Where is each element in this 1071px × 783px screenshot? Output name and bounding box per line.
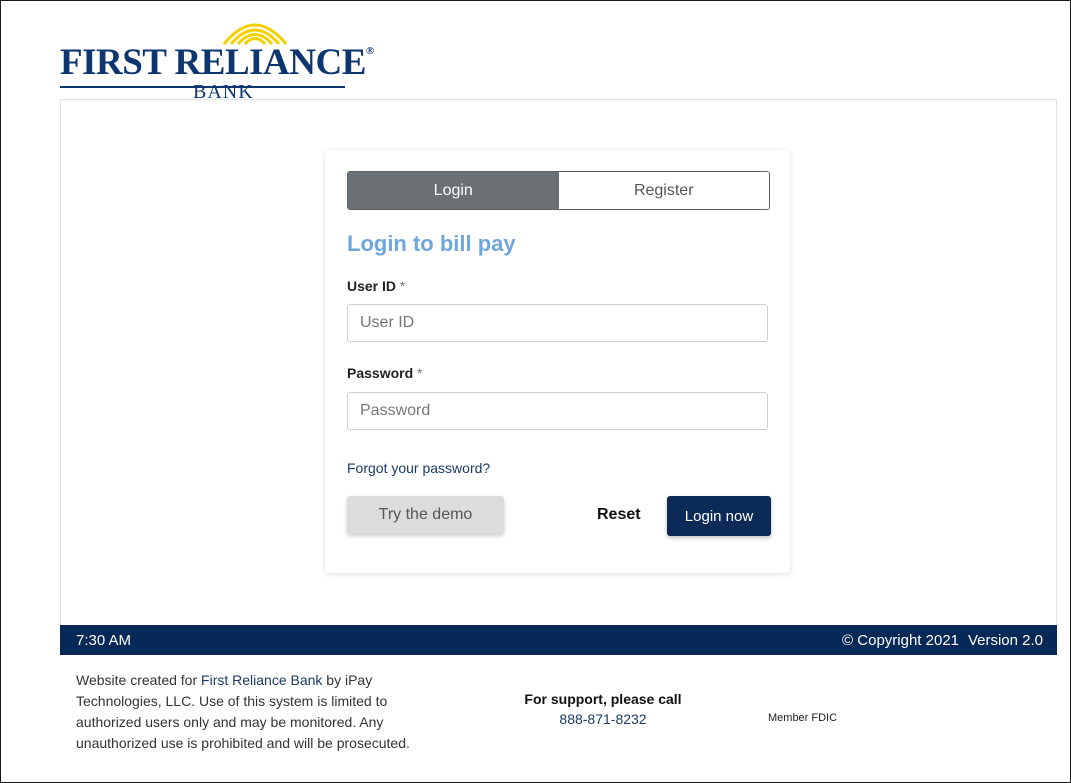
sun-arcs-icon <box>222 23 288 46</box>
current-time: 7:30 AM <box>76 632 132 649</box>
bank-name-link[interactable]: First Reliance Bank <box>201 672 322 688</box>
support-label: For support, please call <box>524 691 682 707</box>
logo-name: FIRST RELIANCE® <box>60 42 374 83</box>
login-now-button[interactable]: Login now <box>667 496 771 536</box>
user-id-input[interactable] <box>347 304 768 342</box>
reset-button[interactable]: Reset <box>597 506 641 524</box>
password-label: Password * <box>347 365 423 381</box>
copyright-text: © Copyright 2021 <box>842 632 959 649</box>
bank-logo[interactable]: FIRST RELIANCE® BANK <box>60 12 374 102</box>
support-info: For support, please call 888-871-8232 <box>503 691 703 727</box>
try-demo-button[interactable]: Try the demo <box>347 496 504 534</box>
disclaimer-text: Website created for First Reliance Bank … <box>76 672 410 751</box>
tab-login[interactable]: Login <box>348 172 559 209</box>
main-content: Login Register Login to bill pay User ID… <box>60 99 1057 626</box>
version-text: Version 2.0 <box>967 632 1043 649</box>
form-title: Login to bill pay <box>347 231 516 256</box>
tab-register[interactable]: Register <box>558 172 769 209</box>
auth-tabs: Login Register <box>347 171 770 210</box>
user-id-label: User ID * <box>347 278 406 294</box>
support-phone[interactable]: 888-871-8232 <box>503 711 703 727</box>
forgot-password-link[interactable]: Forgot your password? <box>347 460 490 476</box>
footer-bar: 7:30 AM © Copyright 2021 Version 2.0 <box>60 625 1057 655</box>
password-input[interactable] <box>347 392 768 430</box>
login-card: Login Register Login to bill pay User ID… <box>325 150 790 573</box>
member-fdic-text: Member FDIC <box>768 712 838 724</box>
